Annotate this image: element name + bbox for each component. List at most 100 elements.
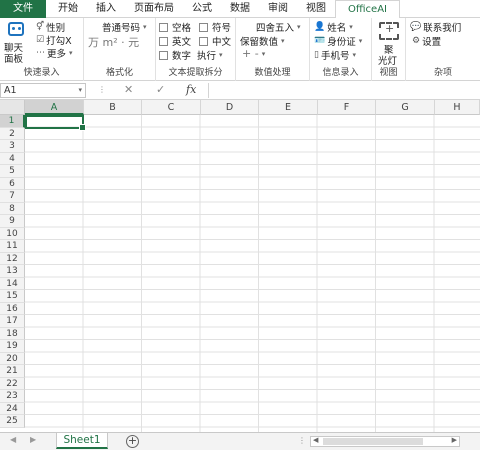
check-button[interactable]: ☑ 打勾X xyxy=(36,33,72,47)
settings-button[interactable]: ⚙ 设置 xyxy=(412,34,441,48)
row-header-6[interactable]: 6 xyxy=(0,177,25,190)
tab-review[interactable]: 审阅 xyxy=(259,0,297,18)
execute-button[interactable]: 执行 ▾ xyxy=(197,48,223,62)
row-header-22[interactable]: 22 xyxy=(0,377,25,390)
tab-view[interactable]: 视图 xyxy=(297,0,335,18)
row-header-16[interactable]: 16 xyxy=(0,302,25,315)
scroll-left-icon[interactable]: ◀ xyxy=(10,435,16,444)
row-header-14[interactable]: 14 xyxy=(0,277,25,290)
select-all-corner[interactable] xyxy=(0,100,25,115)
row-header-4[interactable]: 4 xyxy=(0,152,25,165)
tab-formulas[interactable]: 公式 xyxy=(183,0,221,18)
cancel-icon[interactable]: ✕ xyxy=(124,83,133,96)
column-header-g[interactable]: G xyxy=(376,100,435,115)
row-header-19[interactable]: 19 xyxy=(0,340,25,353)
group-view: 聚 光灯 视图 xyxy=(372,18,406,81)
tab-page-layout[interactable]: 页面布局 xyxy=(125,0,183,18)
id-card-icon: 🪪 xyxy=(314,36,326,46)
formula-input[interactable] xyxy=(208,83,480,98)
column-header-d[interactable]: D xyxy=(201,100,259,115)
ellipsis-icon: ⋯ xyxy=(36,48,45,58)
insert-function-icon[interactable]: fx xyxy=(186,83,196,96)
keep-value-dropdown[interactable]: 保留数值 ▾ xyxy=(240,34,285,48)
ribbon: 聊天 面板 ⚥ 性别 ☑ 打勾X ⋯ 更多 ▾ 快速录入 普通号码 ▾ 万 m² · 元 … xyxy=(0,18,480,81)
gender-button[interactable]: ⚥ 性别 xyxy=(36,20,65,34)
symbol-checkbox[interactable]: 符号 xyxy=(199,20,231,34)
name-box[interactable]: A1 ▾ xyxy=(0,83,86,98)
sheet-tab-sheet1[interactable]: Sheet1 xyxy=(56,433,108,449)
check-icon: ☑ xyxy=(36,35,45,45)
horizontal-scrollbar[interactable]: ◀ ▶ xyxy=(310,436,460,447)
row-header-1[interactable]: 1 xyxy=(0,115,25,128)
row-header-20[interactable]: 20 xyxy=(0,352,25,365)
formula-bar: A1 ▾ ⋮ ✕ ✓ fx xyxy=(0,82,480,100)
column-header-c[interactable]: C xyxy=(142,100,201,115)
row-header-7[interactable]: 7 xyxy=(0,190,25,203)
row-header-13[interactable]: 13 xyxy=(0,265,25,278)
row-header-12[interactable]: 12 xyxy=(0,252,25,265)
tab-home[interactable]: 开始 xyxy=(46,0,87,18)
enter-icon[interactable]: ✓ xyxy=(156,83,165,96)
spreadsheet-grid[interactable]: A B C D E F G H 1 2 3 4 5 6 7 8 9 10 11 … xyxy=(0,100,480,432)
tab-officeai[interactable]: OfficeAI xyxy=(335,0,400,19)
scroll-right-icon[interactable]: ▶ xyxy=(30,435,36,444)
menu-bar: 文件 开始 插入 页面布局 公式 数据 审阅 视图 OfficeAI xyxy=(0,0,480,19)
group-label-text-split: 文本提取拆分 xyxy=(168,68,223,78)
row-header-21[interactable]: 21 xyxy=(0,365,25,378)
group-misc: 💬 联系我们 ⚙ 设置 杂项 xyxy=(406,18,480,81)
english-checkbox[interactable]: 英文 xyxy=(159,34,191,48)
row-header-9[interactable]: 9 xyxy=(0,215,25,228)
group-info-entry: 👤 姓名 ▾ 🪪 身份证 ▾ ▯ 手机号 ▾ 信息录入 xyxy=(310,18,372,81)
gender-icon: ⚥ xyxy=(36,22,45,32)
scrollbar-thumb[interactable] xyxy=(323,438,423,445)
cell-area[interactable] xyxy=(25,115,480,432)
tab-file[interactable]: 文件 xyxy=(0,0,46,18)
chevron-down-icon: ▾ xyxy=(349,23,353,31)
row-header-18[interactable]: 18 xyxy=(0,327,25,340)
column-header-e[interactable]: E xyxy=(259,100,318,115)
unit-symbols[interactable]: 万 m² · 元 xyxy=(88,34,139,50)
sheet-tab-bar: ◀ ▶ Sheet1 + ⋮ ◀ ▶ xyxy=(0,432,480,450)
scroll-left-arrow-icon[interactable]: ◀ xyxy=(313,436,318,444)
row-header-15[interactable]: 15 xyxy=(0,290,25,303)
plus-minus-button[interactable]: + - ▾ xyxy=(242,47,265,60)
column-header-f[interactable]: F xyxy=(318,100,376,115)
phone-dropdown[interactable]: ▯ 手机号 ▾ xyxy=(314,48,356,62)
more-button[interactable]: ⋯ 更多 ▾ xyxy=(36,46,73,60)
column-header-h[interactable]: H xyxy=(435,100,480,115)
row-header-8[interactable]: 8 xyxy=(0,202,25,215)
row-header-17[interactable]: 17 xyxy=(0,315,25,328)
digits-checkbox[interactable]: 数字 xyxy=(159,48,191,62)
column-header-a[interactable]: A xyxy=(25,100,84,115)
row-header-3[interactable]: 3 xyxy=(0,140,25,153)
chinese-checkbox[interactable]: 中文 xyxy=(199,34,231,48)
chevron-down-icon: ▾ xyxy=(69,49,73,57)
space-checkbox[interactable]: 空格 xyxy=(159,20,191,34)
row-header-23[interactable]: 23 xyxy=(0,390,25,403)
id-card-dropdown[interactable]: 🪪 身份证 ▾ xyxy=(314,34,362,48)
number-code-dropdown[interactable]: 普通号码 ▾ xyxy=(102,20,147,34)
tab-data[interactable]: 数据 xyxy=(221,0,259,18)
chevron-down-icon: ▾ xyxy=(281,37,285,45)
more-options-icon[interactable]: ⋮ xyxy=(98,85,106,94)
row-header-10[interactable]: 10 xyxy=(0,227,25,240)
group-label-misc: 杂项 xyxy=(433,68,452,78)
row-header-25[interactable]: 25 xyxy=(0,415,25,428)
round-dropdown[interactable]: 四舍五入 ▾ xyxy=(256,20,301,34)
chat-robot-icon[interactable] xyxy=(8,22,24,36)
active-cell-a1[interactable] xyxy=(25,115,86,131)
scroll-right-arrow-icon[interactable]: ▶ xyxy=(452,436,457,444)
row-header-11[interactable]: 11 xyxy=(0,240,25,253)
chevron-down-icon[interactable]: ▾ xyxy=(78,84,82,97)
row-header-5[interactable]: 5 xyxy=(0,165,25,178)
add-sheet-button[interactable]: + xyxy=(126,435,139,448)
contact-us-button[interactable]: 💬 联系我们 xyxy=(410,20,461,34)
spotlight-icon[interactable] xyxy=(379,22,399,40)
row-header-24[interactable]: 24 xyxy=(0,402,25,415)
chat-panel-label-2[interactable]: 面板 xyxy=(4,51,23,65)
tab-insert[interactable]: 插入 xyxy=(87,0,125,18)
column-header-b[interactable]: B xyxy=(84,100,142,115)
more-sheets-icon[interactable]: ⋮ xyxy=(298,436,306,445)
row-header-2[interactable]: 2 xyxy=(0,127,25,140)
name-dropdown[interactable]: 👤 姓名 ▾ xyxy=(314,20,353,34)
